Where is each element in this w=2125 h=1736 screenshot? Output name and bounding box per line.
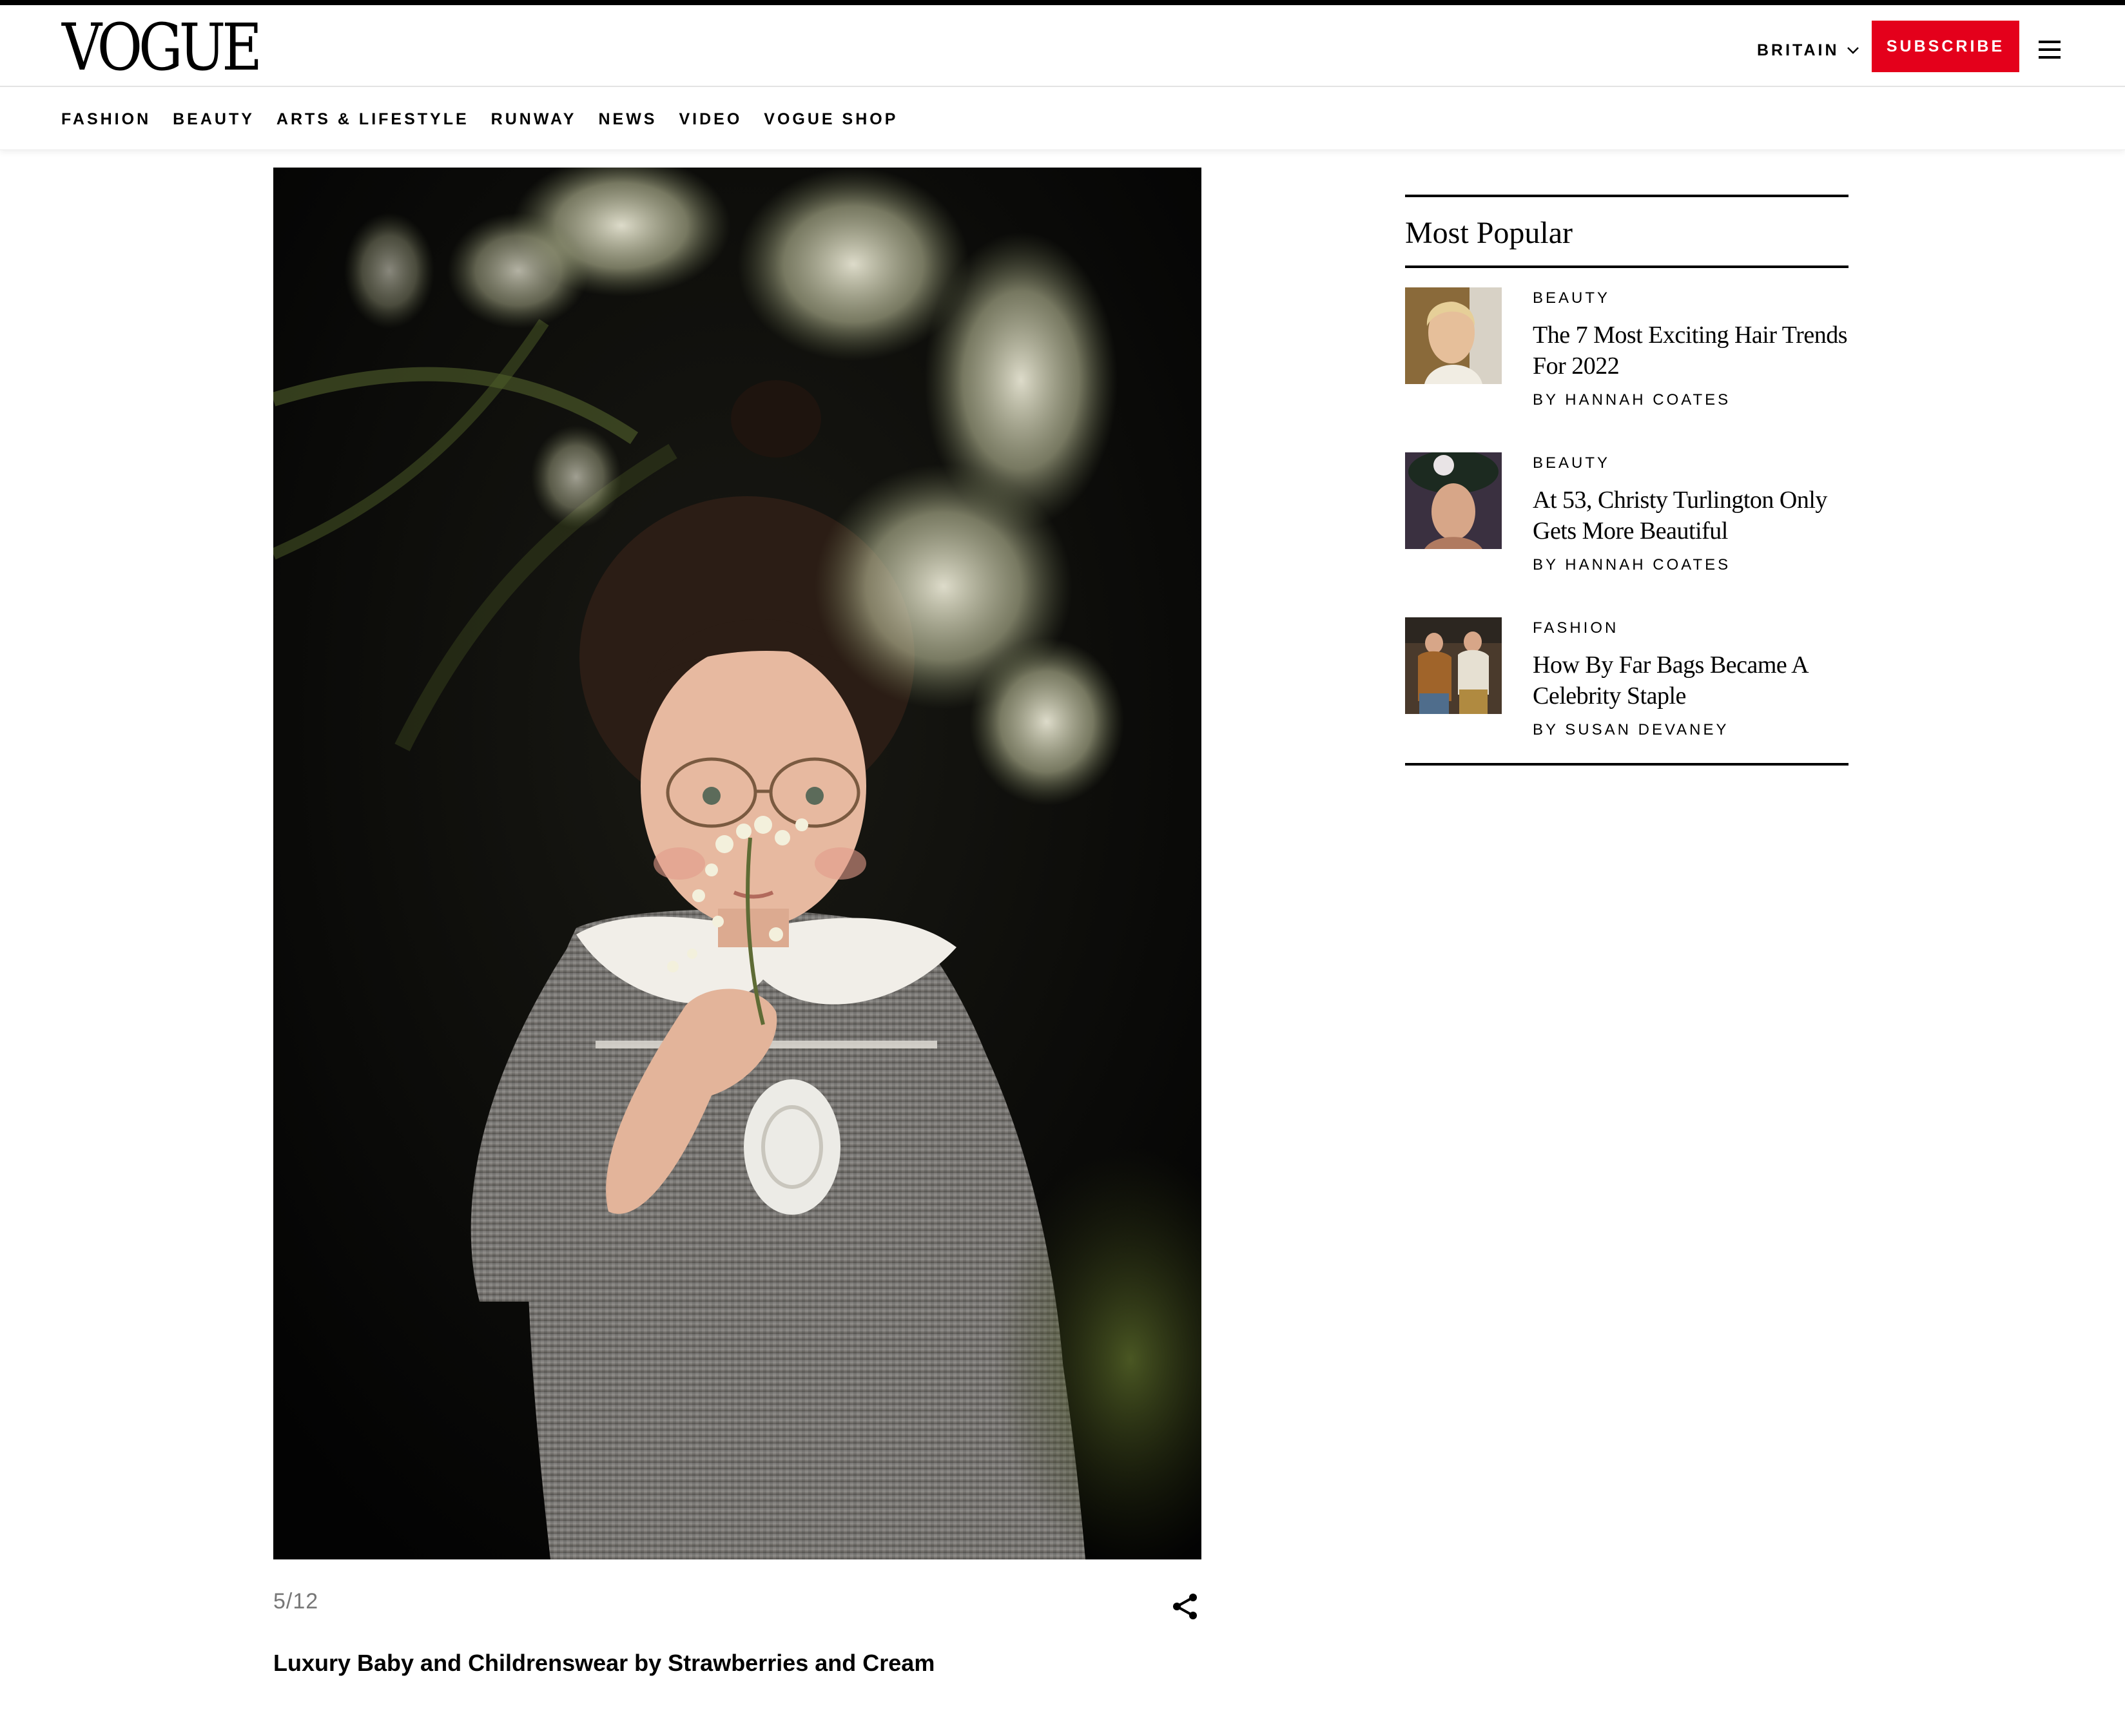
article-category: BEAUTY [1533, 454, 1611, 472]
nav-item-vogue-shop[interactable]: VOGUE SHOP [764, 109, 898, 130]
chevron-down-icon [1847, 47, 1859, 54]
popular-article[interactable]: FASHION How By Far Bags Became A Celebri… [1405, 598, 1848, 763]
article-byline: BY HANNAH COATES [1533, 391, 1731, 409]
gallery-counter: 5/12 [273, 1589, 319, 1614]
share-icon[interactable] [1170, 1592, 1200, 1621]
gallery-image [273, 168, 1201, 1559]
nav-item-runway[interactable]: RUNWAY [491, 109, 577, 130]
nav-item-news[interactable]: NEWS [598, 109, 657, 130]
article-headline[interactable]: The 7 Most Exciting Hair Trends For 2022 [1533, 320, 1848, 381]
vogue-logo[interactable]: VOGUE [62, 15, 262, 80]
popular-article[interactable]: BEAUTY At 53, Christy Turlington Only Ge… [1405, 433, 1848, 598]
article-headline[interactable]: At 53, Christy Turlington Only Gets More… [1533, 485, 1848, 546]
nav-item-beauty[interactable]: BEAUTY [173, 109, 255, 130]
site-header: VOGUE BRITAIN SUBSCRIBE [0, 5, 2125, 87]
girl-with-flower-photo [273, 168, 1201, 1559]
article-thumbnail[interactable] [1405, 452, 1502, 549]
nav-item-fashion[interactable]: FASHION [61, 109, 151, 130]
hamburger-menu-icon[interactable] [2039, 41, 2061, 59]
popular-article[interactable]: BEAUTY The 7 Most Exciting Hair Trends F… [1405, 268, 1848, 433]
most-popular-title: Most Popular [1405, 216, 1573, 250]
article-category: BEAUTY [1533, 289, 1611, 307]
main-nav: FASHION BEAUTY ARTS & LIFESTYLE RUNWAY N… [0, 88, 2125, 150]
article-byline: BY HANNAH COATES [1533, 556, 1731, 574]
top-black-bar [0, 0, 2125, 5]
nav-item-video[interactable]: VIDEO [679, 109, 742, 130]
article-thumbnail[interactable] [1405, 617, 1502, 714]
region-label: BRITAIN [1757, 41, 1839, 59]
subscribe-button[interactable]: SUBSCRIBE [1872, 21, 2019, 72]
article-category: FASHION [1533, 619, 1619, 637]
nav-item-arts-lifestyle[interactable]: ARTS & LIFESTYLE [277, 109, 469, 130]
most-popular-sidebar: Most Popular BEAUTY The 7 Most Exciting … [1405, 195, 1848, 766]
region-selector[interactable]: BRITAIN [1757, 37, 1860, 63]
article-thumbnail[interactable] [1405, 287, 1502, 384]
article-byline: BY SUSAN DEVANEY [1533, 721, 1729, 738]
article-headline[interactable]: How By Far Bags Became A Celebrity Stapl… [1533, 650, 1848, 711]
divider [1405, 763, 1848, 766]
gallery-caption: Luxury Baby and Childrenswear by Strawbe… [273, 1650, 935, 1676]
